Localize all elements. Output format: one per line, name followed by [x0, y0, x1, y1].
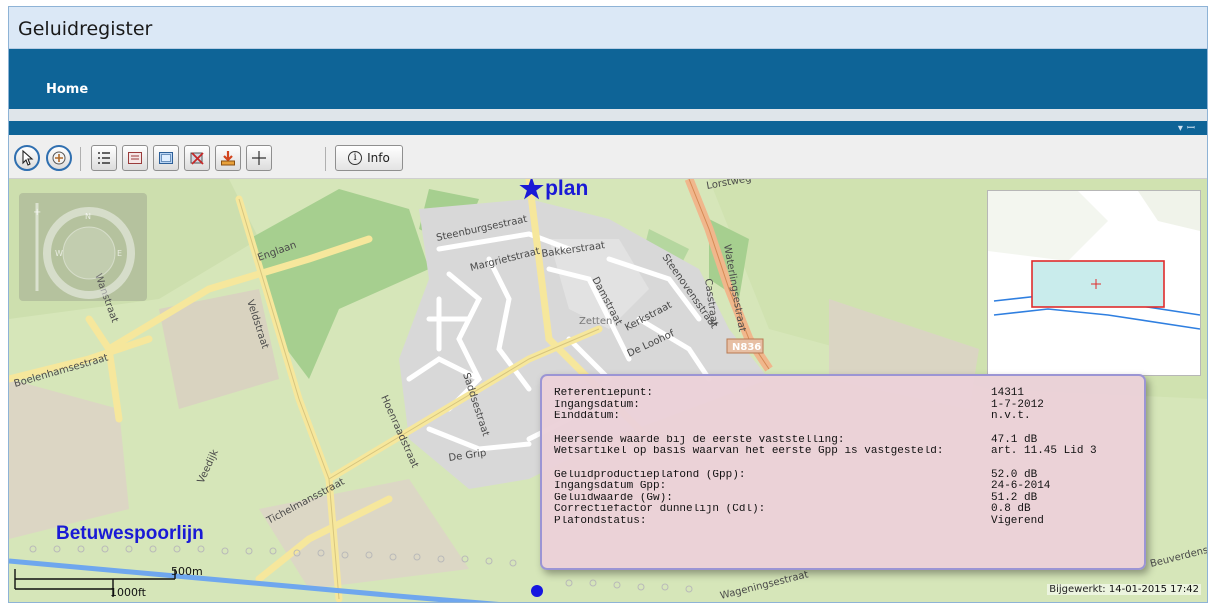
- updated-date: 14-01-2015 17:42: [1108, 584, 1199, 595]
- info-row-correctiefactor: Correctiefactor dunnelijn (Cdl): 0.8 dB: [554, 503, 1031, 515]
- svg-text:W: W: [55, 249, 63, 258]
- panel-header: ▾ꟷ: [9, 121, 1207, 135]
- svg-text:+: +: [33, 207, 41, 218]
- pan-tool-button[interactable]: [46, 145, 72, 171]
- svg-text:N: N: [85, 212, 91, 221]
- download-icon: [221, 151, 235, 166]
- map-view-button[interactable]: [153, 145, 179, 171]
- info-icon: i: [348, 151, 363, 165]
- app-window: Geluidregister Home ▾ꟷ i Info N836 Steen…: [8, 6, 1208, 603]
- last-updated: Bijgewerkt: 14-01-2015 17:42: [1047, 584, 1201, 595]
- toolbar-separator: [80, 147, 81, 171]
- app-title: Geluidregister: [18, 18, 153, 40]
- info-row-ingangsdatum-gpp: Ingangsdatum Gpp: 24-6-2014: [554, 480, 1051, 492]
- road-badge: N836: [732, 342, 761, 353]
- svg-text:E: E: [117, 249, 122, 258]
- nav-home-link[interactable]: Home: [46, 82, 88, 97]
- info-button-label: Info: [367, 151, 390, 165]
- pointer-icon: [22, 149, 34, 166]
- pin-icon[interactable]: ꟷ: [1187, 123, 1199, 134]
- nav-bar: Home: [9, 49, 1207, 109]
- download-button[interactable]: [215, 145, 241, 171]
- star-icon: ★: [519, 179, 545, 204]
- pan-icon: [52, 151, 66, 165]
- crosshair-button[interactable]: [246, 145, 272, 171]
- toolbar-separator: [325, 147, 326, 171]
- collapse-icon[interactable]: ▾: [1178, 123, 1187, 134]
- legend-button[interactable]: [91, 145, 117, 171]
- railway-label: Betuwespoorlijn: [56, 523, 204, 544]
- plan-label: plan: [545, 179, 589, 200]
- legend-icon: [98, 152, 110, 164]
- info-row-geluidwaarde: Geluidwaarde (Gw): 51.2 dB: [554, 491, 1038, 504]
- select-tool-button[interactable]: [14, 145, 40, 171]
- navigation-pad[interactable]: + N W E: [19, 193, 147, 301]
- map-view-icon: [159, 152, 173, 164]
- info-row-ingangsdatum: Ingangsdatum: 1-7-2012: [554, 398, 1044, 411]
- title-bar: Geluidregister: [9, 7, 1207, 49]
- info-button[interactable]: i Info: [335, 145, 403, 171]
- info-row-referentiepunt: Referentiepunt: 14311: [554, 387, 1025, 399]
- layers-icon: [128, 152, 142, 164]
- street-label: Zetten: [579, 316, 612, 327]
- feature-info-popup: Referentiepunt: 14311 Ingangsdatum: 1-7-20…: [540, 374, 1146, 570]
- scale-bar: 500m 1000ft: [13, 563, 213, 602]
- separator-bar: [9, 109, 1207, 121]
- panel-controls: ▾ꟷ: [1178, 120, 1199, 134]
- plan-marker: ★ plan: [519, 179, 588, 203]
- scale-metric: 500m: [171, 565, 203, 578]
- scale-imperial: 1000ft: [110, 586, 146, 599]
- map-toolbar: i Info: [9, 135, 1207, 179]
- layers-button[interactable]: [122, 145, 148, 171]
- compass-icon: + N W E: [33, 203, 135, 299]
- updated-label: Bijgewerkt:: [1049, 584, 1106, 595]
- map-canvas[interactable]: N836 Steenburgsestraat Bakkerstraat Marg…: [9, 179, 1207, 602]
- crosshair-icon: [252, 151, 266, 165]
- info-row-einddatum: Einddatum: n.v.t.: [554, 410, 1031, 422]
- info-row-wetsartikel: Wetsartikel op basis waarvan het eerste …: [554, 445, 1097, 457]
- clear-selection-button[interactable]: [184, 145, 210, 171]
- overview-map[interactable]: [987, 190, 1201, 376]
- info-row-plafondstatus: Plafondstatus: Vigerend: [554, 514, 1044, 527]
- clear-icon: [190, 152, 204, 165]
- overview-map-canvas: [988, 191, 1201, 330]
